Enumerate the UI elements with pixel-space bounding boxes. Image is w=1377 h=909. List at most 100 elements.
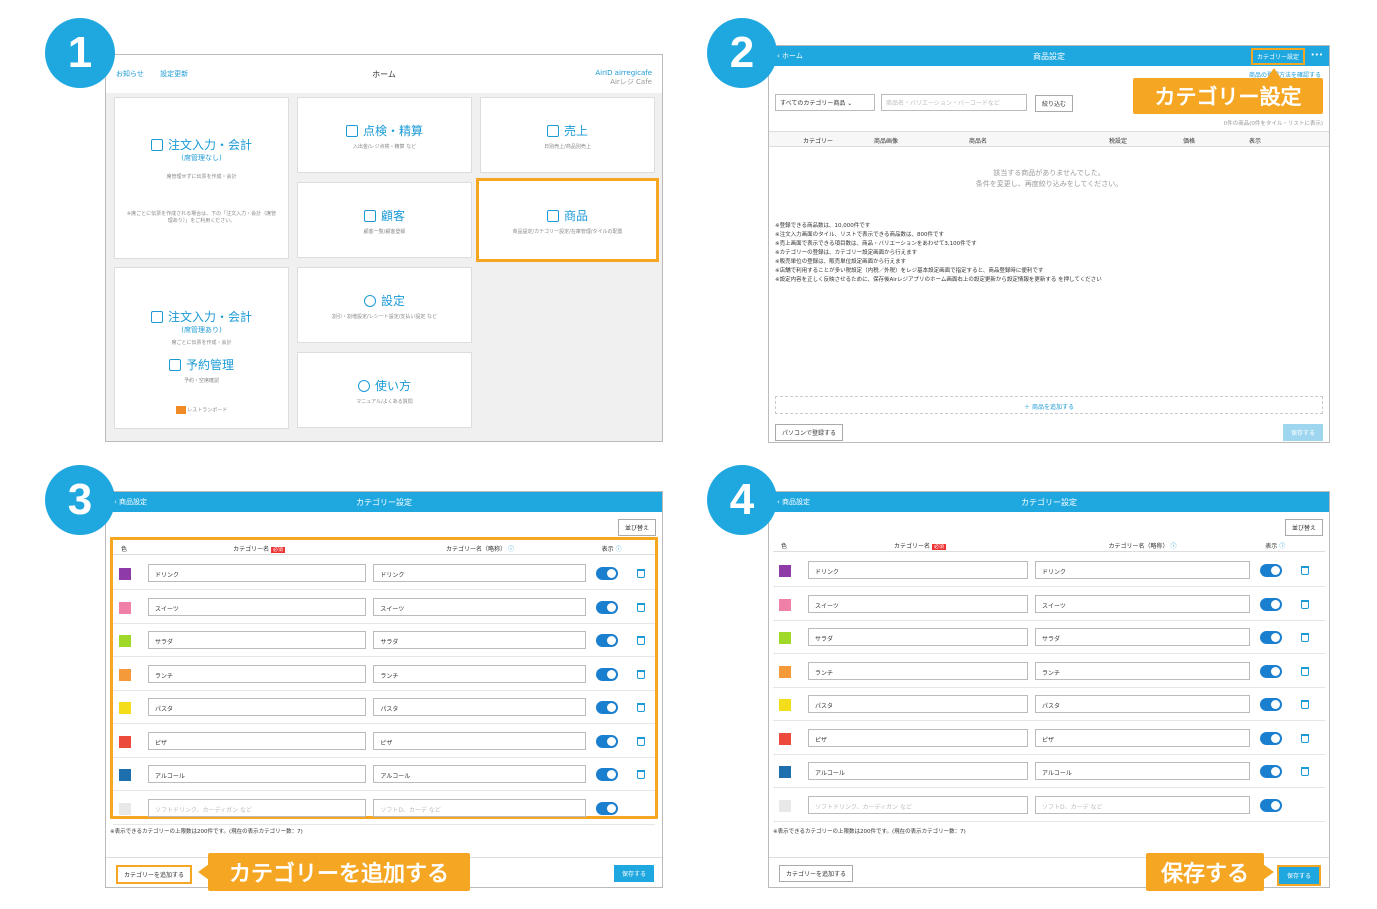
category-name-input[interactable]: ランチ (148, 664, 367, 683)
tile-help[interactable]: 使い方 マニュアル/よくある質問 (297, 352, 472, 428)
color-swatch[interactable] (779, 632, 791, 644)
more-icon[interactable]: ••• (1311, 51, 1323, 59)
color-swatch[interactable] (119, 601, 131, 614)
category-short-input[interactable]: サラダ (1035, 628, 1250, 646)
category-short-input[interactable]: ソフトD、カーデ など (1035, 795, 1250, 814)
trash-icon[interactable] (1301, 733, 1309, 743)
color-swatch[interactable] (779, 799, 791, 812)
category-short-input[interactable]: スイーツ (1035, 594, 1250, 613)
tile-products[interactable]: 商品 商品設定/カテゴリー設定/在庫管理/タイルの配置 (476, 178, 659, 262)
color-swatch[interactable] (779, 732, 791, 745)
category-name-input[interactable]: ソフトドリンク、カーディガン など (148, 798, 367, 817)
color-swatch[interactable] (779, 766, 791, 778)
filter-button[interactable]: 絞り込む (1035, 95, 1074, 112)
display-toggle[interactable] (596, 768, 619, 781)
display-toggle[interactable] (596, 634, 619, 647)
tile-sales[interactable]: 売上 日別売上/商品別売上 (480, 97, 655, 173)
category-name-input[interactable]: パスタ (148, 698, 367, 716)
tile-order-seat[interactable]: 注文入力・会計 (席管理あり) 席ごとに伝票を作成・会計 予約管理 予約・空席確… (114, 267, 289, 429)
trash-icon[interactable] (637, 736, 646, 746)
category-name-input[interactable]: ドリンク (148, 564, 367, 582)
color-swatch[interactable] (119, 702, 131, 714)
category-name-input[interactable]: ピザ (148, 731, 367, 750)
color-swatch[interactable] (119, 769, 131, 781)
category-short-input[interactable]: ドリンク (373, 564, 587, 582)
category-short-input[interactable]: ランチ (373, 664, 587, 683)
category-name-input[interactable]: サラダ (808, 628, 1028, 646)
sort-button[interactable]: 並び替え (617, 519, 656, 536)
display-toggle[interactable] (596, 600, 619, 614)
tile-customer[interactable]: 顧客 顧客一覧/顧客登録 (297, 182, 472, 258)
color-swatch[interactable] (779, 699, 791, 711)
account-menu[interactable]: AirID airregicafe Airレジ Cafe (595, 69, 652, 87)
trash-icon[interactable] (637, 602, 646, 612)
trash-icon[interactable] (637, 770, 646, 779)
tile-settings[interactable]: 設定 割引・割増設定/レシート設定/支払い設定 など (297, 267, 472, 343)
category-settings-button[interactable]: カテゴリー設定 (1250, 48, 1305, 65)
trash-icon[interactable] (637, 569, 646, 578)
trash-icon[interactable] (1301, 566, 1309, 575)
display-toggle[interactable] (1259, 597, 1282, 611)
sort-button[interactable]: 並び替え (1284, 519, 1323, 536)
category-name-input[interactable]: パスタ (808, 695, 1028, 713)
display-toggle[interactable] (1259, 731, 1282, 745)
trash-icon[interactable] (637, 669, 646, 679)
category-name-input[interactable]: スイーツ (808, 594, 1028, 613)
category-short-input[interactable]: サラダ (373, 631, 587, 649)
trash-icon[interactable] (1301, 666, 1309, 676)
color-swatch[interactable] (779, 598, 791, 611)
save-button[interactable]: 保存する (1276, 865, 1321, 886)
trash-icon[interactable] (1301, 767, 1309, 776)
trash-icon[interactable] (637, 703, 646, 712)
register-by-pc-button[interactable]: パソコンで登録する (775, 424, 844, 441)
display-toggle[interactable] (1259, 564, 1282, 577)
trash-icon[interactable] (1301, 700, 1309, 709)
color-swatch[interactable] (119, 635, 131, 647)
category-short-input[interactable]: パスタ (373, 698, 587, 716)
category-name-input[interactable]: ドリンク (808, 561, 1028, 579)
category-short-input[interactable]: ソフトD、カーデ など (373, 798, 587, 817)
display-toggle[interactable] (1259, 698, 1282, 711)
category-short-input[interactable]: ランチ (1035, 661, 1250, 680)
search-input[interactable]: 商品名・バリエーション・バーコードなど (881, 94, 1027, 111)
category-name-input[interactable]: スイーツ (148, 597, 367, 616)
add-category-button[interactable]: カテゴリーを追加する (116, 865, 193, 884)
trash-icon[interactable] (1301, 599, 1309, 609)
display-toggle[interactable] (1259, 765, 1282, 778)
color-swatch[interactable] (779, 565, 791, 577)
category-short-input[interactable]: スイーツ (373, 597, 587, 616)
display-toggle[interactable] (596, 667, 619, 681)
display-toggle[interactable] (1259, 631, 1282, 644)
category-name-input[interactable]: アルコール (808, 762, 1028, 780)
tile-order-no-seat[interactable]: 注文入力・会計 (席管理なし) 席管理せずに伝票を作成・会計 ※席ごとに伝票を作… (114, 97, 289, 259)
category-short-input[interactable]: アルコール (373, 765, 587, 783)
category-short-input[interactable]: パスタ (1035, 695, 1250, 713)
color-swatch[interactable] (119, 568, 131, 580)
tile-check[interactable]: 点検・精算 入出金/レジ点検・精算 など (297, 97, 472, 173)
display-toggle[interactable] (596, 734, 619, 748)
color-swatch[interactable] (119, 735, 131, 748)
category-name-input[interactable]: ピザ (808, 728, 1028, 747)
color-swatch[interactable] (779, 665, 791, 678)
save-button[interactable]: 保存する (1282, 424, 1323, 441)
category-name-input[interactable]: ランチ (808, 661, 1028, 680)
category-short-input[interactable]: ピザ (373, 731, 587, 750)
trash-icon[interactable] (637, 636, 646, 645)
save-button[interactable]: 保存する (613, 865, 654, 882)
add-product-button[interactable]: ＋ 商品を追加する (775, 396, 1323, 414)
category-short-input[interactable]: ピザ (1035, 728, 1250, 747)
category-name-input[interactable]: ソフトドリンク、カーディガン など (808, 795, 1028, 814)
display-toggle[interactable] (596, 701, 619, 714)
color-swatch[interactable] (119, 802, 131, 815)
trash-icon[interactable] (1301, 633, 1309, 642)
add-category-button[interactable]: カテゴリーを追加する (779, 865, 854, 882)
category-name-input[interactable]: アルコール (148, 765, 367, 783)
display-toggle[interactable] (1259, 798, 1282, 812)
color-swatch[interactable] (119, 668, 131, 681)
category-name-input[interactable]: サラダ (148, 631, 367, 649)
category-short-input[interactable]: ドリンク (1035, 561, 1250, 579)
display-toggle[interactable] (596, 567, 619, 580)
display-toggle[interactable] (596, 801, 619, 815)
display-toggle[interactable] (1259, 664, 1282, 678)
category-short-input[interactable]: アルコール (1035, 762, 1250, 780)
